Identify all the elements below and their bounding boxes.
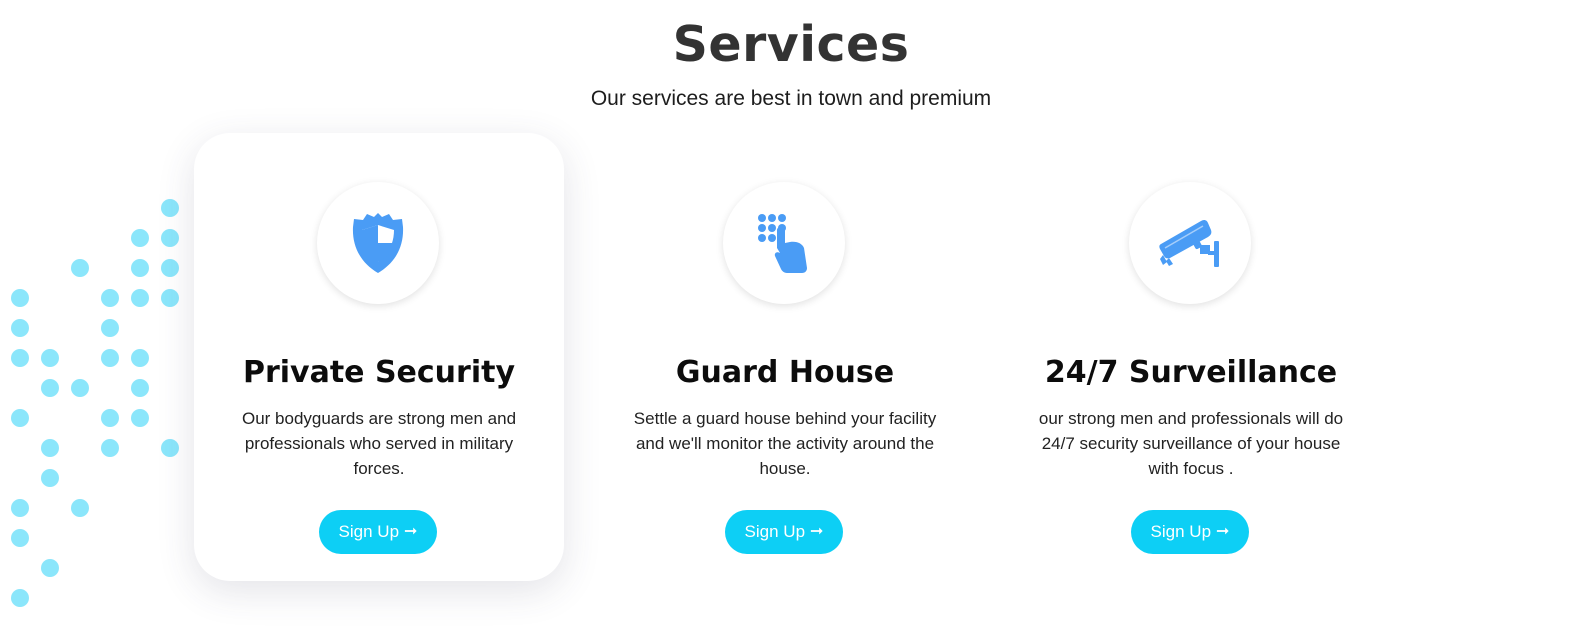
sign-up-label: Sign Up bbox=[744, 522, 806, 541]
cctv-camera-icon bbox=[1159, 219, 1219, 267]
arrow-right-icon: ➞ bbox=[404, 523, 418, 540]
arrow-right-icon: ➞ bbox=[810, 523, 824, 540]
arrow-right-icon: ➞ bbox=[1216, 523, 1230, 540]
card-title: 24/7 Surveillance bbox=[1044, 355, 1338, 390]
sign-up-button[interactable]: Sign Up ➞ bbox=[725, 510, 843, 554]
service-card-private-security: Private Security Our bodyguards are stro… bbox=[194, 133, 564, 581]
section-subtitle: Our services are best in town and premiu… bbox=[590, 87, 992, 110]
service-card-surveillance: 24/7 Surveillance our strong men and pro… bbox=[1006, 133, 1376, 581]
service-card-guard-house: Guard House Settle a guard house behind … bbox=[600, 133, 970, 581]
section-title: Services bbox=[672, 16, 910, 73]
sign-up-button[interactable]: Sign Up ➞ bbox=[319, 510, 437, 554]
card-title: Guard House bbox=[675, 355, 895, 390]
keypad-hand-icon bbox=[758, 214, 807, 273]
card-title: Private Security bbox=[242, 355, 516, 390]
icon-badge bbox=[317, 182, 439, 304]
card-description: our strong men and professionals will do… bbox=[1038, 409, 1344, 478]
icon-badge bbox=[1129, 182, 1251, 304]
sign-up-label: Sign Up bbox=[1150, 522, 1212, 541]
icon-badge bbox=[723, 182, 845, 304]
card-description: Settle a guard house behind your facilit… bbox=[633, 409, 937, 478]
sign-up-label: Sign Up bbox=[338, 522, 400, 541]
decorative-dot-pattern bbox=[11, 199, 179, 607]
card-description: Our bodyguards are strong men and profes… bbox=[241, 409, 517, 478]
sign-up-button[interactable]: Sign Up ➞ bbox=[1131, 510, 1249, 554]
shield-icon bbox=[352, 213, 404, 273]
